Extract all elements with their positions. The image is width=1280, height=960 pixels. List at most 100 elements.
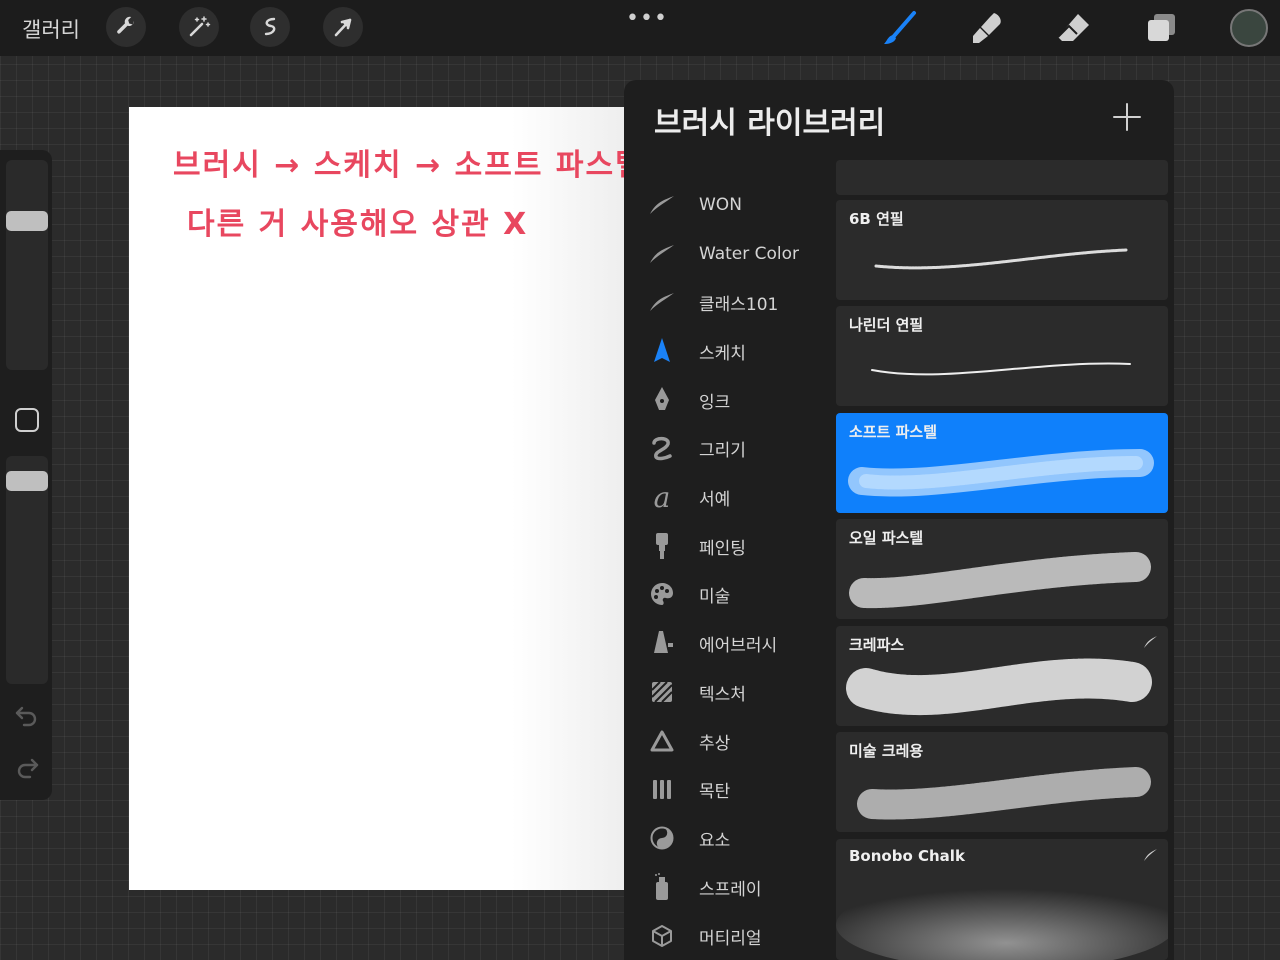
squiggle-icon <box>648 434 676 462</box>
brush-set-ink[interactable]: 잉크 <box>624 378 832 422</box>
pen-nib-icon <box>648 386 676 414</box>
brush-preview <box>874 248 1128 270</box>
brush-set-airbrush[interactable]: 에어브러시 <box>624 621 832 665</box>
more-options-button[interactable]: ••• <box>626 6 668 31</box>
handwritten-note-line-1: 브러시 → 스케치 → 소프트 파스텔 <box>173 148 645 183</box>
brush-preview <box>846 658 1152 716</box>
brush-set-won[interactable]: WON <box>624 183 832 227</box>
brush-set-label: 목탄 <box>699 781 731 802</box>
brush-set-materials[interactable]: 머티리얼 <box>624 914 832 958</box>
brush-sets-list: WON Water Color 클래스101 스케치 잉크 그리기 a 서예 페 <box>624 180 832 960</box>
transform-arrow-icon <box>334 18 352 37</box>
brush-size-thumb[interactable] <box>6 211 48 231</box>
magic-wand-icon <box>189 16 211 37</box>
brush-set-label: 미술 <box>699 586 731 607</box>
yin-yang-icon <box>648 824 676 852</box>
brush-preview <box>871 362 1131 376</box>
pencil-tip-icon <box>648 337 676 365</box>
calligraphy-a-icon: a <box>653 480 671 514</box>
brush-set-sketch[interactable]: 스케치 <box>624 329 832 373</box>
selection-button[interactable] <box>250 7 290 47</box>
actions-button[interactable] <box>106 7 146 47</box>
brush-set-label: 페인팅 <box>699 538 746 559</box>
brush-preview <box>857 767 1151 820</box>
color-picker-button[interactable] <box>1230 9 1268 47</box>
palette-icon <box>648 580 676 608</box>
brush-set-label: 머티리얼 <box>699 928 762 949</box>
brush-card-art-crayon[interactable]: 미술 크레용 <box>836 732 1168 832</box>
brush-set-textures[interactable]: 텍스처 <box>624 670 832 714</box>
plus-icon <box>1113 103 1141 131</box>
brush-card-oil-pastel[interactable]: 오일 파스텔 <box>836 519 1168 619</box>
brush-card-soft-pastel[interactable]: 소프트 파스텔 <box>836 413 1168 513</box>
triangle-icon <box>648 727 676 755</box>
layers-button[interactable] <box>1144 10 1180 46</box>
brush-preview <box>836 880 1168 960</box>
brush-card-narinder-pencil[interactable]: 나린더 연필 <box>836 306 1168 406</box>
imported-brush-icon <box>1144 636 1157 648</box>
brush-set-label: 텍스처 <box>699 684 746 705</box>
brush-preview <box>849 552 1151 609</box>
brush-size-slider[interactable] <box>6 160 48 370</box>
brush-library-panel: 브러시 라이브러리 WON Water Color 클래스101 스케치 잉크 <box>624 80 1174 960</box>
texture-icon <box>648 678 676 706</box>
brush-set-elements[interactable]: 요소 <box>624 816 832 860</box>
opacity-slider[interactable] <box>6 456 48 684</box>
brush-set-label: Water Color <box>699 244 800 264</box>
panel-title: 브러시 라이브러리 <box>654 106 886 141</box>
brush-card-bonobo-chalk[interactable]: Bonobo Chalk <box>836 839 1168 960</box>
smudge-icon <box>973 13 1001 43</box>
paint-brush-icon <box>648 532 676 560</box>
brush-name: Bonobo Chalk <box>849 847 965 865</box>
stroke-icon <box>648 240 676 268</box>
brush-set-artistic[interactable]: 미술 <box>624 572 832 616</box>
brush-set-label: 에어브러시 <box>699 635 778 656</box>
charcoal-icon <box>648 775 676 803</box>
gallery-button[interactable]: 갤러리 <box>22 14 80 44</box>
airbrush-icon <box>648 629 676 657</box>
brush-preview <box>848 449 1154 497</box>
brush-set-calligraphy[interactable]: a 서예 <box>624 475 832 519</box>
redo-icon <box>17 758 39 779</box>
brush-card-crepas[interactable]: 크레파스 <box>836 626 1168 726</box>
brush-tool-button[interactable] <box>882 10 918 46</box>
stroke-icon <box>648 191 676 219</box>
brush-set-label: WON <box>699 195 742 215</box>
selection-icon <box>264 17 276 36</box>
top-toolbar: 갤러리 ••• <box>0 0 1280 56</box>
brush-set-label: 그리기 <box>699 440 746 461</box>
brush-set-drawing[interactable]: 그리기 <box>624 426 832 470</box>
drawing-canvas[interactable]: 브러시 → 스케치 → 소프트 파스텔 다른 거 사용해오 상관 X <box>129 107 643 890</box>
brush-set-label: 잉크 <box>699 392 731 413</box>
cube-icon <box>648 922 676 950</box>
brush-set-spray[interactable]: 스프레이 <box>624 865 832 909</box>
brush-set-label: 요소 <box>699 830 731 851</box>
wrench-icon <box>117 16 135 34</box>
brush-set-painting[interactable]: 페인팅 <box>624 524 832 568</box>
brush-set-abstract[interactable]: 추상 <box>624 719 832 763</box>
adjustments-button[interactable] <box>179 7 219 47</box>
transform-button[interactable] <box>323 7 363 47</box>
redo-button[interactable] <box>14 754 40 780</box>
eraser-tool-button[interactable] <box>1056 10 1092 46</box>
brush-icon <box>884 11 916 44</box>
imported-brush-icon <box>1144 849 1157 861</box>
layers-icon <box>1148 14 1175 41</box>
brush-set-water-color[interactable]: Water Color <box>624 232 832 276</box>
smudge-tool-button[interactable] <box>969 10 1005 46</box>
spray-can-icon <box>648 873 676 901</box>
left-sidebar <box>0 150 52 800</box>
brush-set-label: 서예 <box>699 489 731 510</box>
undo-button[interactable] <box>14 702 40 728</box>
brush-set-class101[interactable]: 클래스101 <box>624 280 832 324</box>
brush-set-label: 스케치 <box>699 343 746 364</box>
brush-card-6b-pencil[interactable]: 6B 연필 <box>836 200 1168 300</box>
add-brush-button[interactable] <box>1112 102 1142 132</box>
modify-button[interactable] <box>15 408 39 432</box>
brush-set-label: 추상 <box>699 733 731 754</box>
brush-card-partial[interactable] <box>836 160 1168 195</box>
opacity-thumb[interactable] <box>6 471 48 491</box>
stroke-icon <box>648 288 676 316</box>
handwritten-note-line-2: 다른 거 사용해오 상관 X <box>187 207 529 242</box>
brush-set-charcoal[interactable]: 목탄 <box>624 767 832 811</box>
